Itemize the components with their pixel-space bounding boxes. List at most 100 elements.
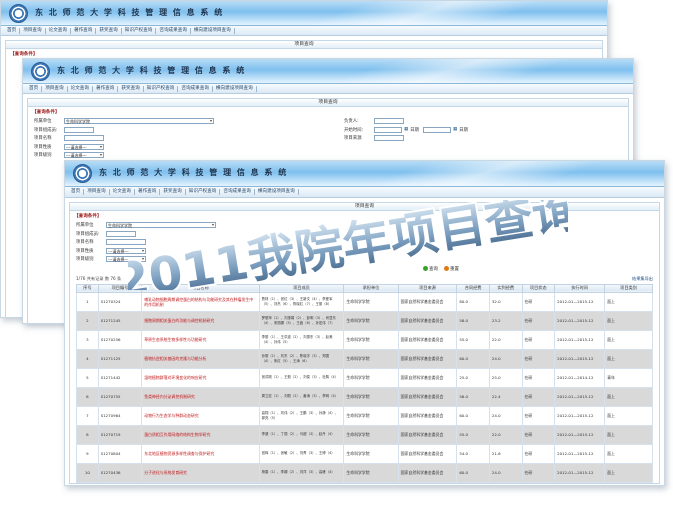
- cell-kind: 面上: [604, 310, 653, 331]
- reset-button[interactable]: 重置: [444, 265, 459, 272]
- nav-paper-query[interactable]: 论文查询: [46, 27, 71, 34]
- cell-name[interactable]: 分子进化与系统发育研究: [141, 462, 260, 483]
- name-input[interactable]: [64, 135, 104, 142]
- level-select[interactable]: ---请选择---: [106, 256, 146, 263]
- cell-name[interactable]: 东北地区植物资源多样性调查与保护研究: [141, 443, 260, 464]
- table-row[interactable]: 2 S1271245 细胞周期相关蛋白的功能与调控机制研究 罗丽萍（1）、刘惠娟（2）…: [76, 310, 653, 331]
- calendar-icon[interactable]: ▦: [453, 127, 457, 132]
- app-title: 东 北 师 范 大 学 科 技 管 理 信 息 系 统: [35, 8, 224, 17]
- member-input[interactable]: [106, 230, 136, 237]
- col-kind[interactable]: 项目类别: [604, 283, 653, 293]
- cell-unit: 生命科学学院: [343, 348, 399, 369]
- nav-home[interactable]: 首页: [68, 189, 85, 195]
- cell-unit: 生命科学学院: [343, 424, 399, 445]
- cell-kind: 面上: [604, 386, 653, 407]
- dept-select[interactable]: 生命科学学院: [64, 118, 214, 125]
- nav-ip-query[interactable]: 知识产权查询: [122, 27, 157, 34]
- table-row[interactable]: 8 S1270719 蛋白质相互作用网络的结构生物学研究 李健（1）、丁丽（2）、马超…: [76, 424, 653, 445]
- cell-source: 国家自然科学基金委员会: [397, 310, 458, 331]
- member-row: 项目组成员:: [28, 126, 338, 135]
- cell-source: 国家自然科学基金委员会: [397, 443, 458, 464]
- dept-select[interactable]: 生命科学学院: [106, 222, 216, 229]
- nav-project-query[interactable]: 项目查询: [42, 85, 68, 92]
- level-row: 项目级别 ---请选择---: [28, 151, 338, 160]
- cell-unit: 生命科学学院: [343, 386, 399, 407]
- start-date-input[interactable]: [374, 126, 402, 133]
- nav-paper-query[interactable]: 论文查询: [110, 189, 135, 195]
- cell-code: S1270964: [97, 405, 143, 426]
- col-fund[interactable]: 合同经费: [456, 283, 490, 293]
- cell-name[interactable]: 湿地植物群落对环境变化的响应研究: [141, 367, 260, 388]
- conditions-heading: 【查询条件】: [32, 110, 60, 115]
- table-row[interactable]: 6 S1270755 鱼类神经内分泌调控机制研究 周立宏（1）、刘丽（2）、姜涛（3）…: [76, 386, 653, 407]
- cell-arrived: 24.0: [488, 462, 523, 483]
- level-select[interactable]: ---请选择---: [64, 152, 104, 159]
- table-row[interactable]: 4 S1271125 植物抗逆相关基因的克隆与功能分析 孙丽（1）、刘东（2）、陈晓宇…: [76, 348, 653, 369]
- nav-paper-query[interactable]: 论文查询: [68, 85, 93, 92]
- table-row[interactable]: 1 S1270324 哺乳动物细胞周期调控蛋白的结构与功能研究及其在肿瘤发生中的作用…: [76, 291, 653, 312]
- search-icon: [423, 265, 428, 271]
- cell-members: 詹林（1）、张红（3）、王新文（4）、李爱军（5）、刘杰（6）、陈晓红（7）、王…: [258, 291, 345, 312]
- nav-horizontal-query[interactable]: 横向建设项目查询: [255, 189, 299, 195]
- col-time[interactable]: 执行时间: [554, 283, 606, 293]
- nav-award-query[interactable]: 获奖查询: [160, 189, 186, 195]
- date-button[interactable]: 日期: [459, 127, 468, 133]
- cell-name[interactable]: 蛋白质相互作用网络的结构生物学研究: [141, 424, 260, 445]
- type-select[interactable]: ---请选择---: [64, 143, 104, 150]
- nav-ip-query[interactable]: 知识产权查询: [186, 189, 221, 195]
- cell-name[interactable]: 动物行为生态学与种群动态研究: [141, 405, 260, 426]
- nav-project-query[interactable]: 项目查询: [20, 27, 46, 34]
- nav-home[interactable]: 首页: [26, 85, 43, 92]
- member-row: 项目组成员:: [70, 230, 370, 239]
- nav-home[interactable]: 首页: [4, 27, 21, 34]
- cell-unit: 生命科学学院: [343, 405, 399, 426]
- table-row[interactable]: 10 S1270436 分子进化与系统发育研究 杨春（1）、李娜（2）、刘洋（3）、高…: [76, 462, 653, 483]
- cell-name[interactable]: 鱼类神经内分泌调控机制研究: [141, 386, 260, 407]
- calendar-icon[interactable]: ▦: [404, 127, 408, 132]
- col-unit[interactable]: 承担单位: [343, 283, 399, 293]
- member-input[interactable]: [64, 126, 94, 133]
- search-button[interactable]: 查询: [423, 265, 438, 272]
- nav-project-query[interactable]: 项目查询: [84, 189, 110, 195]
- nav-consult-query[interactable]: 咨询成果查询: [220, 189, 255, 195]
- name-input[interactable]: [106, 239, 146, 246]
- cell-name[interactable]: 哺乳动物细胞周期调控蛋白的结构与功能研究及其在肿瘤发生中的作用机制: [141, 291, 260, 312]
- col-members[interactable]: 项目成员: [258, 283, 345, 293]
- date-button[interactable]: 日期: [410, 127, 419, 133]
- leader-input[interactable]: [374, 118, 404, 125]
- type-select[interactable]: ---请选择---: [106, 247, 146, 254]
- nav-book-query[interactable]: 著作查询: [71, 27, 97, 34]
- dept-label: 所属单位: [76, 223, 94, 229]
- end-date-input[interactable]: [422, 126, 451, 133]
- col-code[interactable]: 项目编号: [97, 283, 143, 293]
- member-label: 项目组成员:: [76, 231, 100, 237]
- nav-ip-query[interactable]: 知识产权查询: [144, 85, 179, 92]
- col-no[interactable]: 序号: [76, 283, 99, 293]
- cell-name[interactable]: 草原生态系统生物多样性与功能研究: [141, 329, 260, 350]
- nav-award-query[interactable]: 获奖查询: [118, 85, 144, 92]
- dept-row: 所属单位 生命科学学院: [70, 221, 370, 230]
- export-link[interactable]: 结果集导出: [632, 276, 653, 282]
- nav-consult-query[interactable]: 咨询成果查询: [178, 85, 213, 92]
- cell-arrived: 21.6: [488, 443, 523, 464]
- cell-time: 2012-01—2015-12: [554, 310, 606, 331]
- nav-consult-query[interactable]: 咨询成果查询: [156, 27, 191, 34]
- dept-label: 所属单位: [34, 119, 52, 125]
- table-row[interactable]: 5 S1271442 湿地植物群落对环境变化的响应研究 张洪刚（1）、王毅（2）、刘俊…: [76, 367, 653, 388]
- col-source[interactable]: 项目来源: [397, 283, 458, 293]
- table-row[interactable]: 7 S1270964 动物行为生态学与种群动态研究 高翔（1）、刘伟（2）、王鹏（3）…: [76, 405, 653, 426]
- table-row[interactable]: 9 S1270804 东北地区植物资源多样性调查与保护研究 宫辉（1）、张敏（2）、刘…: [76, 443, 653, 464]
- col-name[interactable]: 项目名称: [141, 283, 260, 293]
- cell-name[interactable]: 细胞周期相关蛋白的功能与调控机制研究: [141, 310, 260, 331]
- cell-name[interactable]: 植物抗逆相关基因的克隆与功能分析: [141, 348, 260, 369]
- table-row[interactable]: 3 S1270256 草原生态系统生物多样性与功能研究 李丽（1）、王洪波（2）、刘振…: [76, 329, 653, 350]
- nav-book-query[interactable]: 著作查询: [93, 85, 119, 92]
- nav-horizontal-query[interactable]: 横向建设项目查询: [191, 27, 235, 34]
- source-input[interactable]: [374, 135, 404, 142]
- col-status[interactable]: 项目状态: [521, 283, 556, 293]
- cell-code: S1271245: [97, 310, 143, 331]
- nav-award-query[interactable]: 获奖查询: [96, 27, 122, 34]
- nav-book-query[interactable]: 著作查询: [135, 189, 161, 195]
- nav-horizontal-query[interactable]: 横向建设项目查询: [213, 85, 257, 92]
- col-arrived[interactable]: 实到经费: [488, 283, 523, 293]
